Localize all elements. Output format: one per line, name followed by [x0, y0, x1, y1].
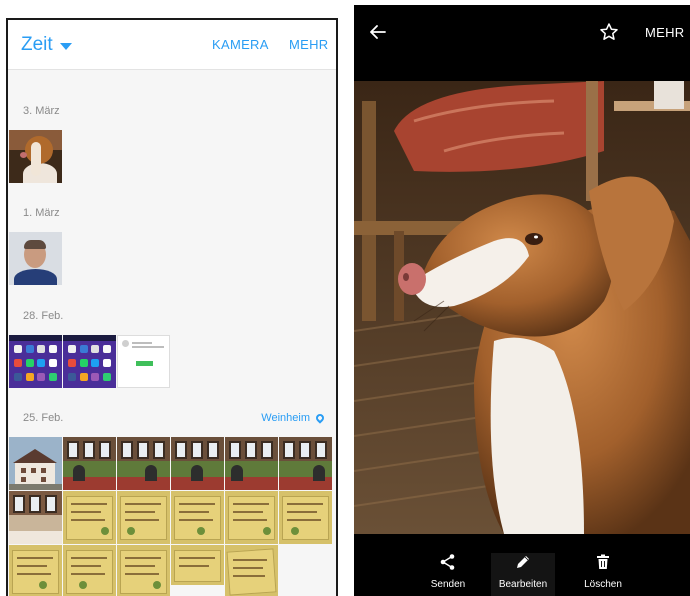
photo-thumbnail[interactable]: [63, 491, 116, 544]
share-label: Senden: [430, 579, 466, 590]
camera-button[interactable]: KAMERA: [212, 37, 269, 52]
location-tag[interactable]: Weinheim: [261, 412, 326, 424]
photo-viewer-panel: MEHR Senden Bearbeiten Löschen: [354, 5, 690, 596]
edit-label: Bearbeiten: [498, 579, 548, 590]
photo-thumbnail[interactable]: [9, 130, 62, 183]
photo-thumbnail[interactable]: [63, 335, 116, 388]
photo-thumbnail[interactable]: [117, 437, 170, 490]
photo-thumbnail[interactable]: [117, 545, 170, 596]
date-header: 1. März: [23, 207, 60, 219]
location-label: Weinheim: [261, 412, 310, 424]
date-header: 3. März: [23, 105, 60, 117]
photo-thumbnail[interactable]: [9, 491, 62, 544]
photo-thumbnail[interactable]: [171, 437, 224, 490]
photo-thumbnail[interactable]: [9, 545, 62, 596]
dog-photo[interactable]: [354, 81, 690, 534]
caret-down-icon: [59, 43, 72, 50]
gallery-app-bar: Zeit KAMERA MEHR: [8, 20, 336, 70]
more-button[interactable]: MEHR: [289, 37, 328, 52]
photo-thumbnail[interactable]: [117, 335, 170, 388]
date-header: 25. Feb.: [23, 412, 64, 424]
edit-button[interactable]: Bearbeiten: [491, 553, 555, 596]
photo-thumbnail[interactable]: [63, 545, 116, 596]
star-outline-icon[interactable]: [599, 22, 619, 42]
photo-thumbnail[interactable]: [9, 335, 62, 388]
photo-thumbnail[interactable]: [279, 437, 332, 490]
pencil-icon: [517, 556, 529, 568]
view-mode-dropdown[interactable]: Zeit: [21, 34, 72, 56]
photo-thumbnail[interactable]: [9, 437, 62, 490]
photo-thumbnail[interactable]: [63, 437, 116, 490]
more-button[interactable]: MEHR: [645, 25, 684, 40]
gallery-timeline-panel: Zeit KAMERA MEHR 3. März 1. März 28. Feb…: [6, 18, 338, 596]
viewer-app-bar: MEHR: [354, 5, 690, 80]
share-button[interactable]: Senden: [416, 553, 480, 590]
view-mode-label: Zeit: [21, 34, 53, 55]
photo-thumbnail[interactable]: [9, 232, 62, 285]
screen: Zeit KAMERA MEHR 3. März 1. März 28. Feb…: [0, 0, 690, 596]
trash-icon: [597, 554, 609, 569]
photo-thumbnail[interactable]: [225, 491, 278, 544]
location-pin-icon: [314, 412, 326, 424]
arrow-back-icon[interactable]: [368, 22, 388, 42]
photo-thumbnail[interactable]: [171, 545, 224, 585]
photo-thumbnail[interactable]: [225, 545, 278, 596]
share-icon: [440, 554, 455, 570]
photo-thumbnail[interactable]: [279, 491, 332, 544]
date-header: 28. Feb.: [23, 310, 64, 322]
photo-thumbnail[interactable]: [117, 491, 170, 544]
delete-button[interactable]: Löschen: [571, 553, 635, 590]
delete-label: Löschen: [584, 579, 622, 590]
photo-thumbnail[interactable]: [171, 491, 224, 544]
viewer-action-bar: Senden Bearbeiten Löschen: [354, 534, 690, 596]
photo-thumbnail[interactable]: [225, 437, 278, 490]
